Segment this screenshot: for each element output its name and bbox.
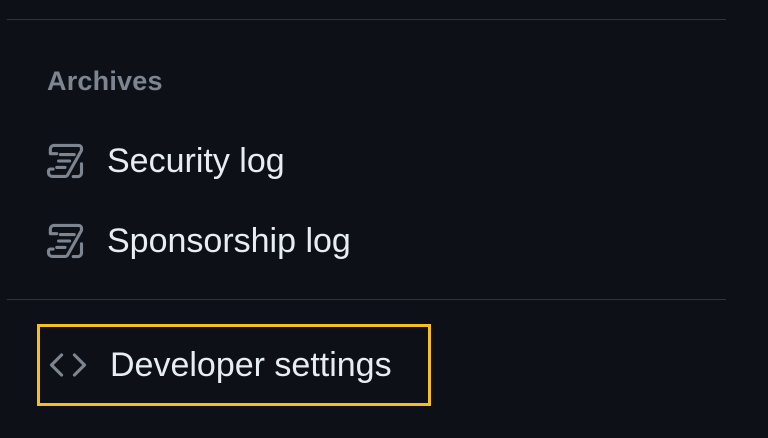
sidebar-item-sponsorship-log[interactable]: Sponsorship log xyxy=(34,209,674,273)
divider xyxy=(7,19,726,20)
sidebar-item-security-log[interactable]: Security log xyxy=(34,129,674,193)
archives-section-heading: Archives xyxy=(47,66,163,96)
divider xyxy=(7,299,726,300)
code-icon xyxy=(46,343,90,387)
log-icon xyxy=(43,139,87,183)
sidebar-item-label: Security log xyxy=(107,142,285,180)
sidebar-item-label: Developer settings xyxy=(110,346,392,384)
log-icon xyxy=(43,219,87,263)
sidebar-item-label: Sponsorship log xyxy=(107,222,351,260)
settings-sidebar: Archives Security log Sponsorship log De… xyxy=(0,0,768,438)
sidebar-item-developer-settings[interactable]: Developer settings xyxy=(37,324,431,406)
